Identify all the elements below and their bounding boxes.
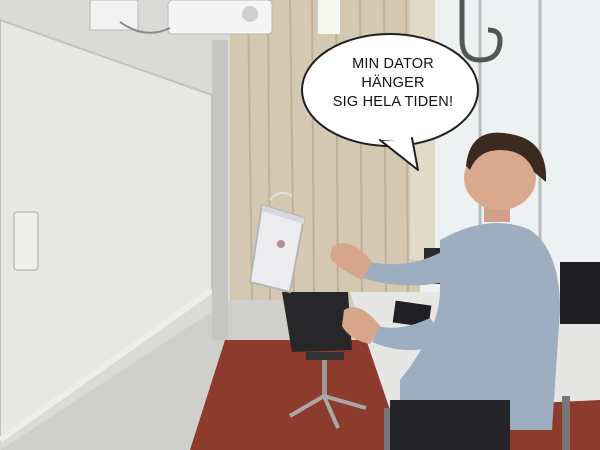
speech-bubble-text: MIN DATOR HÄNGER SIG HELA TIDEN!	[318, 55, 468, 112]
wall-sensor	[13, 211, 39, 271]
bubble-line-3: SIG HELA TIDEN!	[332, 94, 454, 110]
bubble-line-2: HÄNGER	[361, 75, 425, 91]
bubble-line-1: MIN DATOR	[352, 56, 434, 72]
scene-illustration	[0, 0, 600, 450]
ceiling-light	[318, 0, 340, 34]
photo-scene: MIN DATOR HÄNGER SIG HELA TIDEN!	[0, 0, 600, 450]
projector	[89, 0, 273, 35]
wall-column	[212, 40, 228, 340]
